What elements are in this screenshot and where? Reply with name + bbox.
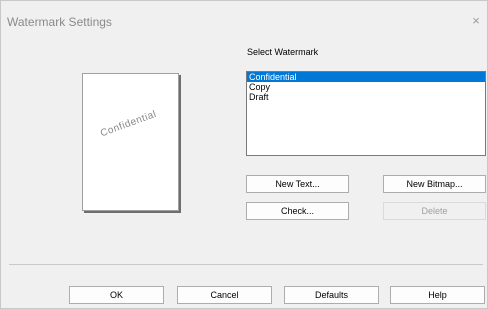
watermark-settings-dialog: Watermark Settings × Confidential Select… <box>0 0 488 309</box>
check-button[interactable]: Check... <box>246 202 349 220</box>
close-icon[interactable]: × <box>469 14 483 28</box>
select-watermark-label: Select Watermark <box>247 47 319 57</box>
defaults-button[interactable]: Defaults <box>284 286 379 304</box>
window-title: Watermark Settings <box>7 15 112 29</box>
new-bitmap-button[interactable]: New Bitmap... <box>383 175 486 193</box>
help-button[interactable]: Help <box>390 286 485 304</box>
cancel-button[interactable]: Cancel <box>177 286 272 304</box>
list-item-confidential[interactable]: Confidential <box>247 72 485 82</box>
list-item-draft[interactable]: Draft <box>247 92 485 102</box>
preview-watermark-text: Confidential <box>99 108 159 140</box>
list-item-copy[interactable]: Copy <box>247 82 485 92</box>
new-text-button[interactable]: New Text... <box>246 175 349 193</box>
ok-button[interactable]: OK <box>69 286 164 304</box>
footer-divider <box>9 264 483 265</box>
watermark-preview-page: Confidential <box>82 73 179 211</box>
delete-button: Delete <box>383 202 486 220</box>
watermark-listbox[interactable]: Confidential Copy Draft <box>246 71 486 156</box>
title-bar: Watermark Settings × <box>1 1 487 31</box>
